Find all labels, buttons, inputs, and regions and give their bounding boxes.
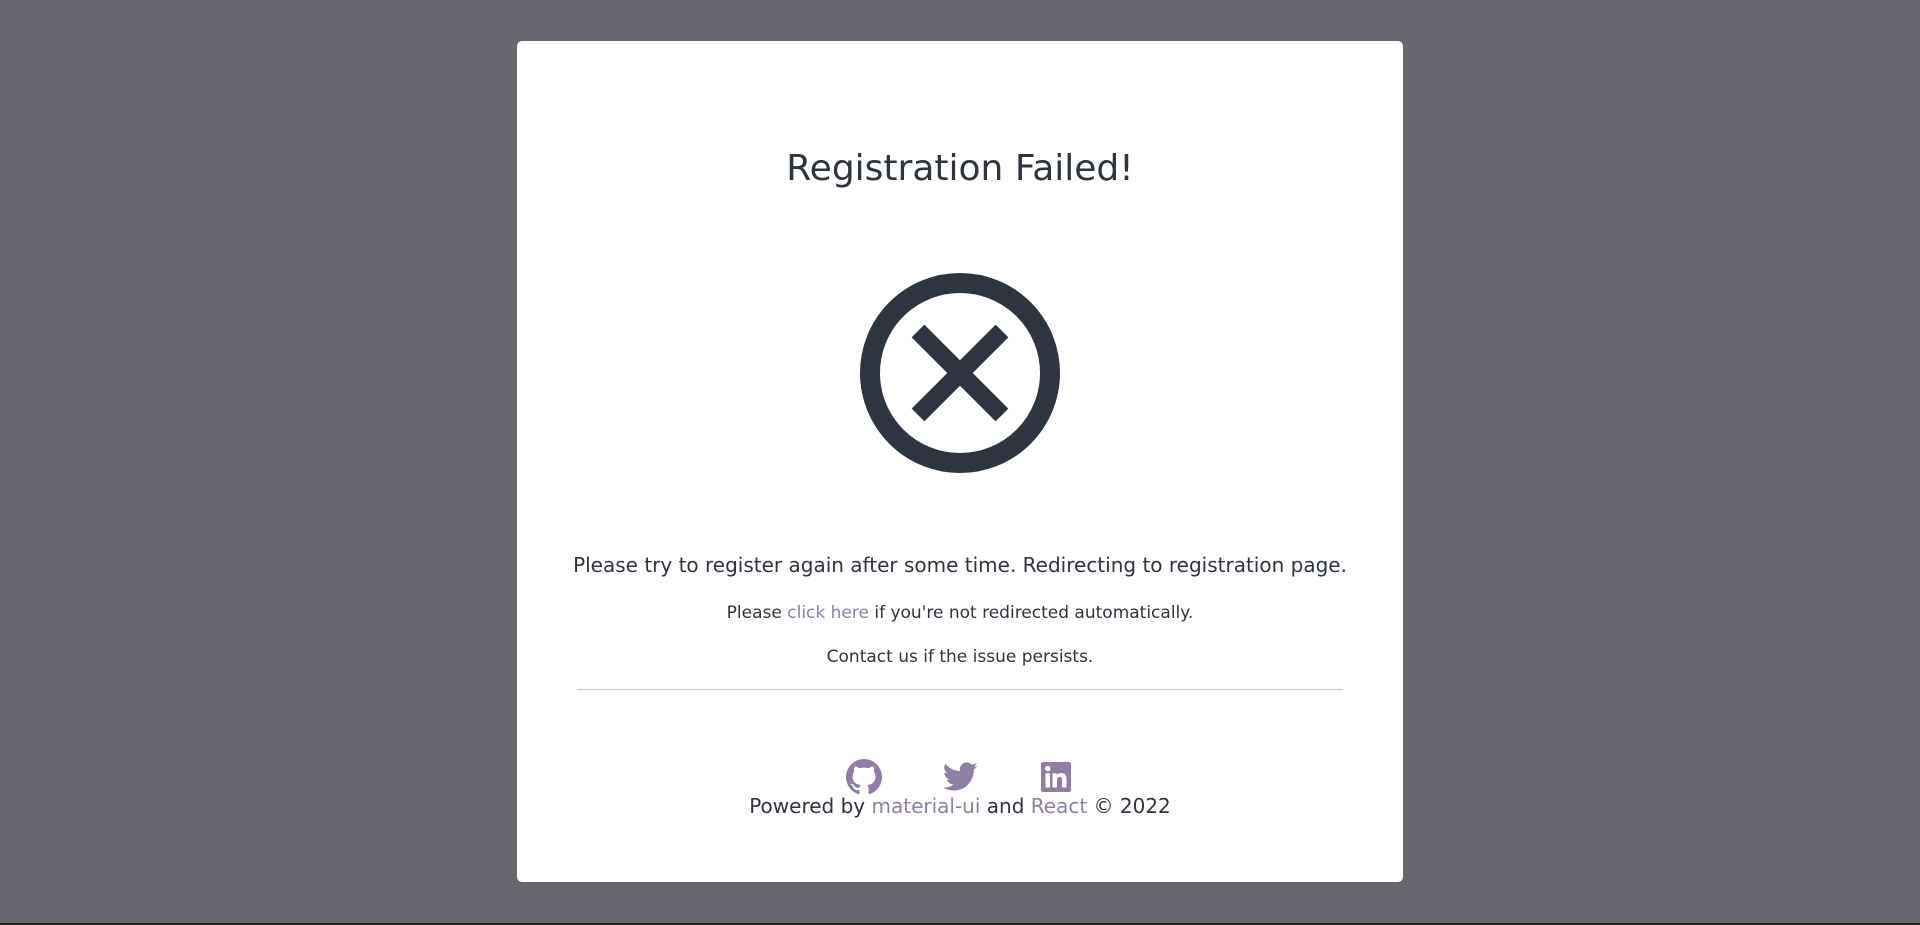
- react-link[interactable]: React: [1031, 794, 1087, 818]
- footer-suffix: © 2022: [1087, 794, 1171, 818]
- click-here-link[interactable]: click here: [787, 603, 869, 623]
- material-ui-link[interactable]: material-ui: [871, 794, 980, 818]
- divider: [577, 689, 1343, 690]
- result-card: Registration Failed! Please try to regis…: [517, 41, 1403, 882]
- footer-prefix: Powered by: [749, 794, 872, 818]
- social-links: [517, 759, 1403, 795]
- page-title: Registration Failed!: [786, 148, 1134, 189]
- error-message: Please try to register again after some …: [573, 553, 1347, 577]
- redirect-message: Please click here if you're not redirect…: [517, 603, 1403, 623]
- footer-middle: and: [980, 794, 1031, 818]
- circle-x-icon: [860, 273, 1060, 473]
- twitter-icon[interactable]: [942, 759, 978, 795]
- github-icon[interactable]: [846, 759, 882, 795]
- redirect-suffix: if you're not redirected automatically.: [868, 603, 1194, 623]
- contact-message: Contact us if the issue persists.: [826, 647, 1094, 667]
- linkedin-icon[interactable]: [1038, 759, 1074, 795]
- redirect-prefix: Please: [726, 603, 788, 623]
- footer: Powered by material-ui and React © 2022: [517, 794, 1403, 818]
